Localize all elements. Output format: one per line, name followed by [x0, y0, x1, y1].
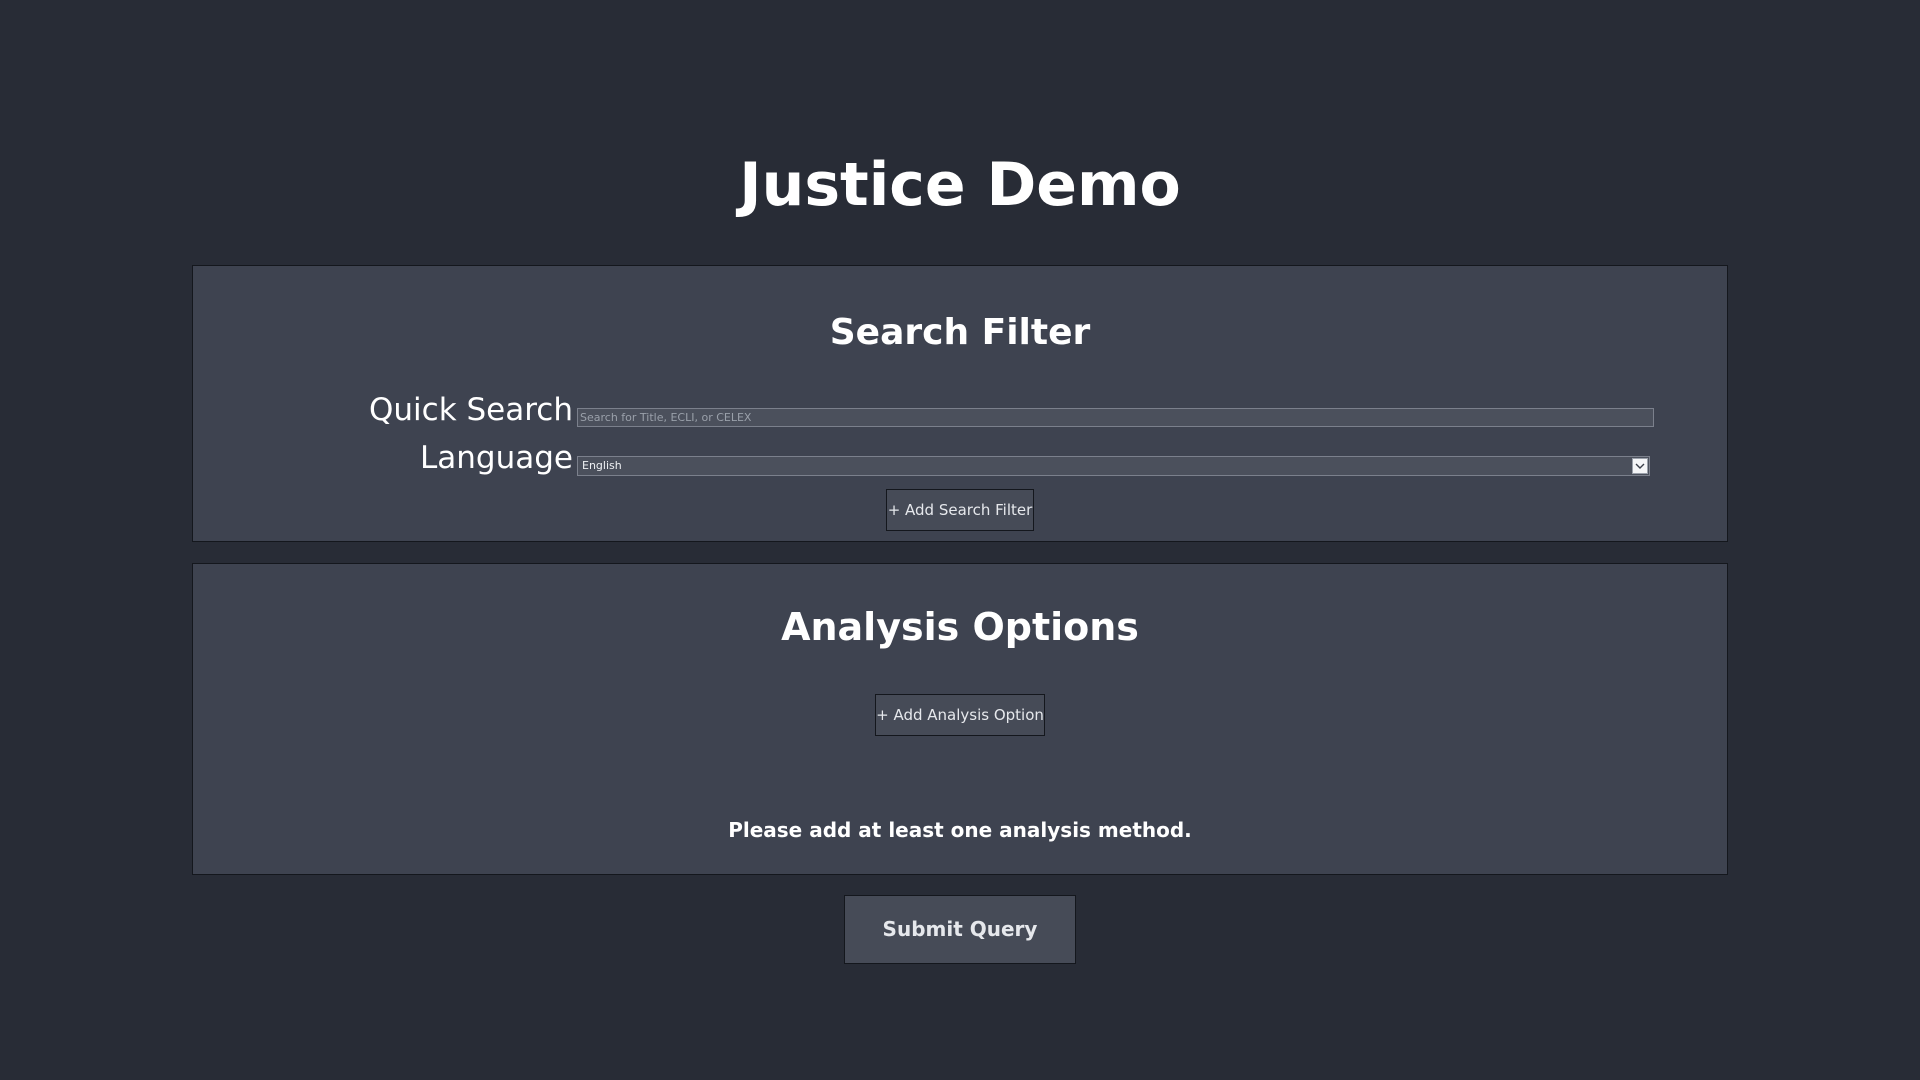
chevron-down-icon-glyph	[1635, 463, 1645, 469]
page: Justice Demo Search Filter Quick Search …	[0, 0, 1920, 1080]
search-filter-panel: Search Filter Quick Search Language Engl…	[192, 265, 1728, 542]
add-analysis-option-button[interactable]: + Add Analysis Option	[875, 694, 1045, 736]
analysis-options-panel: Analysis Options + Add Analysis Option P…	[192, 563, 1728, 875]
quick-search-input[interactable]	[577, 408, 1654, 427]
language-label: Language	[420, 440, 573, 476]
analysis-options-heading: Analysis Options	[781, 605, 1139, 649]
search-filter-heading: Search Filter	[829, 312, 1091, 353]
language-selected-value: English	[582, 459, 622, 472]
quick-search-label: Quick Search	[368, 392, 573, 428]
analysis-required-notice: Please add at least one analysis method.	[728, 818, 1192, 842]
language-select[interactable]: English	[577, 456, 1650, 476]
chevron-down-icon[interactable]	[1632, 458, 1648, 474]
submit-query-button[interactable]: Submit Query	[844, 895, 1076, 964]
add-search-filter-button[interactable]: + Add Search Filter	[886, 489, 1034, 531]
page-title: Justice Demo	[739, 150, 1181, 220]
